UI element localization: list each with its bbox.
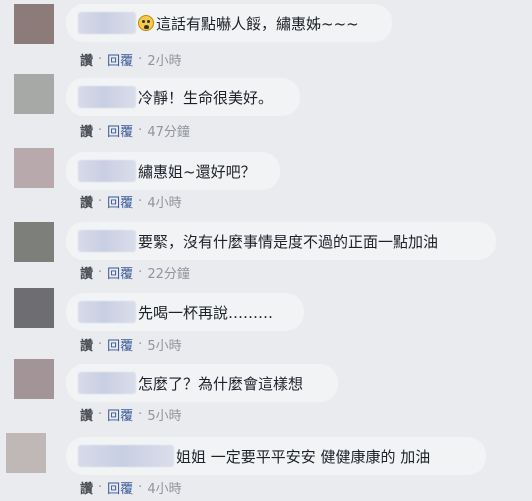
commenter-name-redacted[interactable] xyxy=(78,372,136,394)
comment-actions: 讚 · 回覆 · 4小時 xyxy=(80,192,182,211)
comment-bubble: 姐姐 一定要平平安安 健健康康的 加油 xyxy=(66,437,486,475)
avatar[interactable] xyxy=(14,222,54,262)
reply-button[interactable]: 回覆 xyxy=(107,478,133,497)
like-button[interactable]: 讚 xyxy=(80,121,93,140)
commenter-name-redacted[interactable] xyxy=(78,12,136,34)
separator: · xyxy=(98,52,103,67)
comment-actions: 讚 · 回覆 · 2小時 xyxy=(80,50,182,69)
separator: · xyxy=(98,265,103,280)
separator: · xyxy=(98,407,103,422)
comment-actions: 讚 · 回覆 · 47分鐘 xyxy=(80,121,190,140)
reply-button[interactable]: 回覆 xyxy=(107,192,133,211)
reply-button[interactable]: 回覆 xyxy=(107,335,133,354)
commenter-name-redacted[interactable] xyxy=(78,301,136,323)
comment-text: 要緊，沒有什麼事情是度不過的正面一點加油 xyxy=(138,232,439,251)
comment-text: 這話有點嚇人餒，繡惠姊~~~ xyxy=(156,14,359,33)
comment-text: 怎麼了？為什麼會這樣想 xyxy=(138,374,304,393)
separator: · xyxy=(98,480,103,495)
separator: · xyxy=(98,123,103,138)
fearful-face-icon xyxy=(138,15,154,31)
comment-bubble: 冷靜！生命很美好。 xyxy=(66,78,300,116)
reply-button[interactable]: 回覆 xyxy=(107,405,133,424)
separator: · xyxy=(138,480,143,495)
commenter-name-redacted[interactable] xyxy=(78,445,174,467)
separator: · xyxy=(138,407,143,422)
like-button[interactable]: 讚 xyxy=(80,192,93,211)
comment-actions: 讚 · 回覆 · 4小時 xyxy=(80,478,182,497)
like-button[interactable]: 讚 xyxy=(80,50,93,69)
comment-text: 先喝一杯再說……… xyxy=(138,303,274,322)
timestamp[interactable]: 4小時 xyxy=(147,192,181,211)
comment-actions: 讚 · 回覆 · 5小時 xyxy=(80,335,182,354)
separator: · xyxy=(138,265,143,280)
like-button[interactable]: 讚 xyxy=(80,478,93,497)
comment-bubble: 繡惠姐~還好吧？ xyxy=(66,152,280,190)
separator: · xyxy=(138,194,143,209)
commenter-name-redacted[interactable] xyxy=(78,230,136,252)
avatar[interactable] xyxy=(14,288,54,328)
like-button[interactable]: 讚 xyxy=(80,335,93,354)
like-button[interactable]: 讚 xyxy=(80,405,93,424)
like-button[interactable]: 讚 xyxy=(80,263,93,282)
separator: · xyxy=(138,337,143,352)
reply-button[interactable]: 回覆 xyxy=(107,263,133,282)
timestamp[interactable]: 5小時 xyxy=(147,405,181,424)
separator: · xyxy=(138,123,143,138)
comment-text: 姐姐 一定要平平安安 健健康康的 加油 xyxy=(176,447,431,466)
comment-bubble: 要緊，沒有什麼事情是度不過的正面一點加油 xyxy=(66,222,496,260)
comment-text: 繡惠姐~還好吧？ xyxy=(138,162,256,181)
comment-bubble: 這話有點嚇人餒，繡惠姊~~~ xyxy=(66,4,392,42)
reply-button[interactable]: 回覆 xyxy=(107,121,133,140)
timestamp[interactable]: 22分鐘 xyxy=(147,263,190,282)
timestamp[interactable]: 2小時 xyxy=(147,50,181,69)
avatar[interactable] xyxy=(14,148,54,188)
separator: · xyxy=(98,337,103,352)
avatar[interactable] xyxy=(14,74,54,114)
avatar[interactable] xyxy=(14,4,54,44)
comment-actions: 讚 · 回覆 · 5小時 xyxy=(80,405,182,424)
avatar[interactable] xyxy=(14,359,54,399)
comment-bubble: 怎麼了？為什麼會這樣想 xyxy=(66,364,338,402)
timestamp[interactable]: 4小時 xyxy=(147,478,181,497)
timestamp[interactable]: 47分鐘 xyxy=(147,121,190,140)
separator: · xyxy=(138,52,143,67)
timestamp[interactable]: 5小時 xyxy=(147,335,181,354)
comment-actions: 讚 · 回覆 · 22分鐘 xyxy=(80,263,190,282)
comment-text: 冷靜！生命很美好。 xyxy=(138,88,274,107)
avatar[interactable] xyxy=(6,433,46,473)
separator: · xyxy=(98,194,103,209)
comment-bubble: 先喝一杯再說……… xyxy=(66,293,304,331)
commenter-name-redacted[interactable] xyxy=(78,160,136,182)
reply-button[interactable]: 回覆 xyxy=(107,50,133,69)
commenter-name-redacted[interactable] xyxy=(78,86,136,108)
